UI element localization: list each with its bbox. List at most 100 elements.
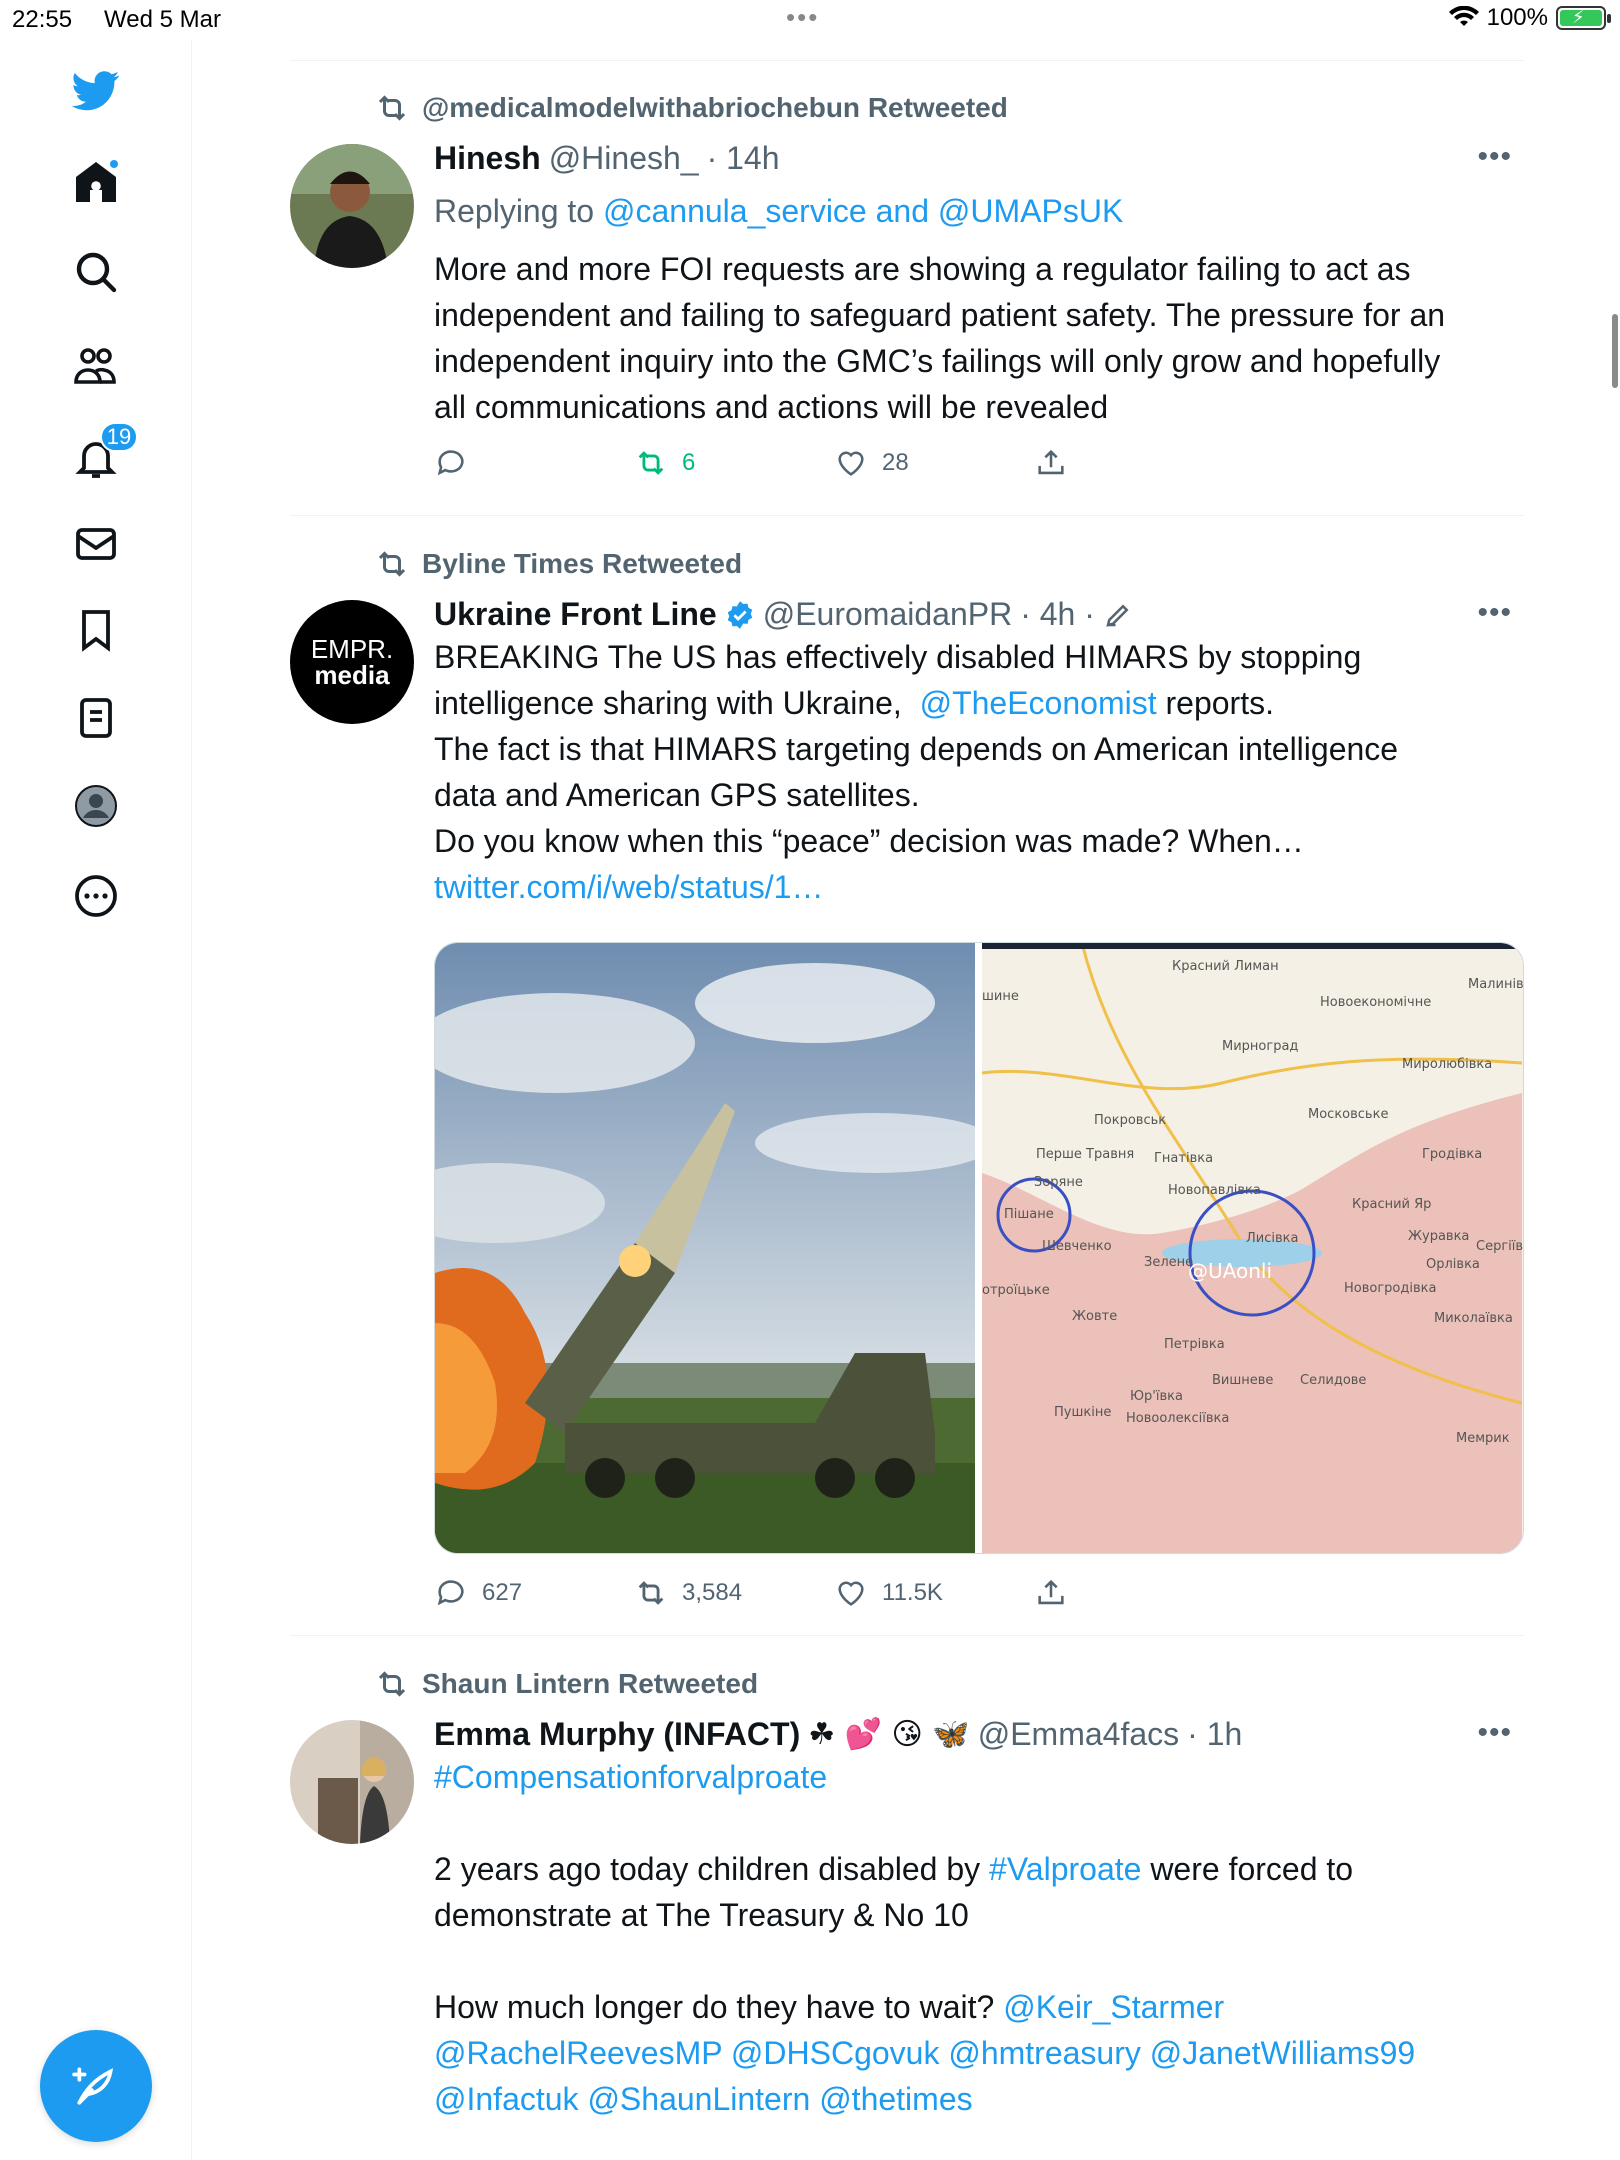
notifications-badge: 19 (100, 422, 138, 452)
timestamp[interactable]: · 14h (707, 140, 780, 177)
timestamp[interactable]: · 1h (1187, 1716, 1242, 1753)
search-icon[interactable] (70, 246, 122, 298)
tweet-text-line: intelligence sharing with Ukraine, @TheE… (434, 680, 1524, 726)
messages-envelope-icon[interactable] (70, 518, 122, 570)
tweet-text-line: Do you know when this “peace” decision w… (434, 823, 1304, 859)
mention-link[interactable]: @TheEconomist (920, 685, 1157, 721)
retweeted-by-label: @medicalmodelwithabriochebun Retweeted (422, 92, 1008, 123)
handle[interactable]: @EuromaidanPR (763, 596, 1012, 633)
avatar[interactable] (290, 144, 414, 268)
bookmarks-icon[interactable] (70, 604, 122, 656)
scroll-indicator[interactable] (1612, 314, 1618, 388)
multitasking-dots-icon[interactable]: ••• (786, 2, 819, 33)
home-unread-dot (108, 158, 120, 170)
retweet-context[interactable]: Byline Times Retweeted (374, 546, 742, 582)
home-icon[interactable] (70, 156, 122, 208)
retweeted-by-label: Shaun Lintern Retweeted (422, 1668, 759, 1699)
like-button[interactable]: 11.5K (834, 1576, 943, 1610)
timestamp[interactable]: · 4h · (1020, 596, 1095, 633)
map-label: Малинів (1468, 977, 1523, 992)
tweet-text-line: independent inquiry into the GMC’s faili… (434, 343, 1441, 379)
map-label: Юр'ївка (1130, 1389, 1183, 1404)
mention-link[interactable]: @Keir_Starmer (1003, 1989, 1224, 2025)
feather-plus-icon (72, 2067, 114, 2105)
front-line-map[interactable]: Красний Лиман шине Новоекономічне Малині… (982, 943, 1523, 1553)
display-name[interactable]: Hinesh (434, 140, 541, 177)
more-options-icon[interactable] (70, 870, 122, 922)
replying-to: Replying to @cannula_service and @UMAPsU… (434, 188, 1524, 234)
reply-button[interactable]: 627 (434, 1576, 522, 1610)
share-button[interactable] (1034, 1576, 1068, 1610)
map-label: Петрівка (1164, 1337, 1225, 1352)
handle[interactable]: @Hinesh_ (549, 140, 699, 177)
status-bar: 22:55 Wed 5 Mar ••• 100% ⚡ (0, 0, 1620, 40)
himars-photo[interactable] (435, 943, 976, 1553)
map-label: Красний Яр (1352, 1197, 1432, 1212)
tweet-text: More and more FOI requests are showing a… (434, 246, 1524, 430)
reply-button[interactable] (434, 446, 482, 480)
map-label: Новоолексіївка (1126, 1411, 1230, 1426)
map-label: Новопавлівка (1168, 1183, 1261, 1198)
map-label: Сергіїв (1476, 1239, 1523, 1254)
retweet-icon (378, 95, 406, 121)
retweet-button[interactable]: 3,584 (634, 1576, 742, 1610)
replying-to-link[interactable]: @cannula_service and @UMAPsUK (603, 193, 1123, 229)
map-label: Шевченко (1042, 1239, 1112, 1254)
tweet-text-line: BREAKING The US has effectively disabled… (434, 639, 1362, 675)
retweet-button[interactable]: 6 (634, 446, 695, 480)
verified-badge-icon (727, 600, 752, 629)
mention-links[interactable]: @RachelReevesMP @DHSCgovuk @hmtreasury @… (434, 2030, 1524, 2076)
tweet-ukraine-front-line[interactable]: Byline Times Retweeted EMPR. media Ukrai… (290, 516, 1524, 1636)
map-label: Селидове (1300, 1373, 1367, 1388)
retweet-count: 6 (682, 449, 696, 476)
like-button[interactable]: 28 (834, 446, 909, 480)
more-icon[interactable]: ••• (1477, 140, 1512, 174)
avatar[interactable]: EMPR. media (290, 600, 414, 724)
tweet-hinesh[interactable]: @medicalmodelwithabriochebun Retweeted H… (290, 60, 1524, 516)
tweet-emma-murphy[interactable]: Shaun Lintern Retweeted Emma Murphy (INF… (290, 1636, 1524, 2160)
more-icon[interactable]: ••• (1477, 1716, 1512, 1750)
battery-icon: ⚡ (1556, 6, 1611, 30)
notifications-bell-icon[interactable]: 19 (70, 422, 138, 484)
sidebar: 19 (0, 40, 192, 2160)
tweet-url-link[interactable]: twitter.com/i/web/status/1… (434, 864, 1524, 910)
battery-percent: 100% (1486, 4, 1548, 31)
tweet-header: Hinesh @Hinesh_ · 14h (434, 140, 780, 177)
display-name[interactable]: Emma Murphy (INFACT) (434, 1716, 800, 1753)
text-segment: intelligence sharing with Ukraine, (434, 685, 902, 721)
hashtag-link[interactable]: #Compensationforvalproate (434, 1754, 1524, 1800)
avatar-text: media (314, 660, 390, 690)
wifi-icon (1448, 6, 1479, 26)
display-name[interactable]: Ukraine Front Line (434, 596, 717, 633)
map-label: Миколаївка (1434, 1311, 1513, 1326)
twitter-logo-icon[interactable] (70, 64, 122, 116)
share-button[interactable] (1034, 446, 1068, 480)
avatar[interactable] (290, 1720, 414, 1844)
communities-icon[interactable] (70, 340, 122, 392)
map-label: Журавка (1408, 1229, 1470, 1244)
text-segment: How much longer do they have to wait? (434, 1989, 995, 2025)
map-label: Вишневе (1212, 1373, 1274, 1388)
profile-avatar-icon[interactable] (70, 780, 122, 832)
retweet-icon (638, 451, 664, 475)
hashtag-link[interactable]: #Valproate (989, 1851, 1141, 1887)
retweet-context[interactable]: Shaun Lintern Retweeted (374, 1666, 758, 1702)
like-count: 11.5K (882, 1579, 943, 1606)
compose-tweet-button[interactable] (40, 2030, 152, 2142)
retweet-context[interactable]: @medicalmodelwithabriochebun Retweeted (374, 90, 1008, 126)
lists-icon[interactable] (70, 692, 122, 744)
mention-links[interactable]: @Infactuk @ShaunLintern @thetimes (434, 2076, 1524, 2122)
more-icon[interactable]: ••• (1477, 596, 1512, 630)
edited-pencil-icon[interactable] (1103, 600, 1133, 630)
avatar-text: EMPR. (310, 634, 394, 664)
tweet-header: Ukraine Front Line @EuromaidanPR · 4h · (434, 596, 1133, 633)
handle[interactable]: @Emma4facs (978, 1716, 1179, 1753)
tweet-text-line: 2 years ago today children disabled by #… (434, 1846, 1524, 1892)
like-count: 28 (882, 449, 909, 476)
retweet-count: 3,584 (682, 1579, 743, 1606)
map-label: Мирноград (1222, 1039, 1299, 1054)
map-label: Орлівка (1426, 1257, 1480, 1272)
tweet-text: BREAKING The US has effectively disabled… (434, 634, 1524, 910)
name-emojis: ☘ 💕 😘 🦋 (808, 1717, 970, 1752)
retweet-icon (378, 551, 406, 577)
